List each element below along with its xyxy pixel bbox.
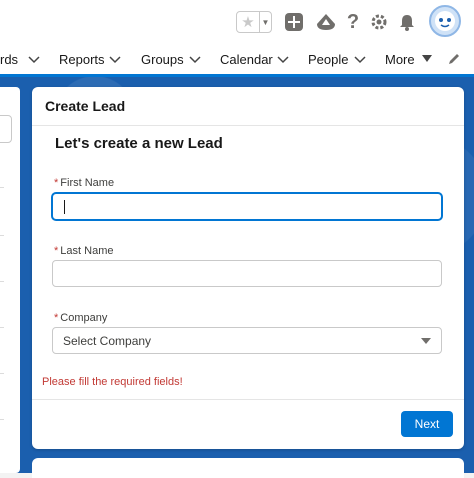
next-button[interactable]: Next	[401, 411, 453, 437]
chevron-down-icon[interactable]	[109, 53, 121, 65]
form-heading: Let's create a new Lead	[55, 135, 223, 152]
left-panel	[0, 87, 20, 473]
astro-avatar[interactable]	[429, 5, 461, 37]
last-name-field[interactable]	[52, 260, 442, 287]
first-name-field[interactable]	[52, 193, 442, 220]
caret-down-icon[interactable]	[422, 55, 432, 62]
divider	[32, 125, 464, 126]
secondary-card	[32, 458, 464, 478]
create-lead-modal: Create Lead Let's create a new Lead * Fir…	[32, 87, 464, 449]
modal-title: Create Lead	[45, 98, 126, 114]
chevron-down-icon[interactable]	[277, 53, 289, 65]
nav-item-people[interactable]: People	[308, 44, 348, 74]
nav-item-more[interactable]: More	[385, 44, 415, 74]
divider	[0, 327, 4, 328]
chevron-down-icon[interactable]	[354, 53, 366, 65]
trailhead-icon[interactable]	[314, 10, 338, 34]
divider	[0, 373, 4, 374]
nav-item-groups[interactable]: Groups	[141, 44, 184, 74]
company-select-placeholder: Select Company	[63, 333, 152, 348]
required-marker: *	[54, 177, 59, 189]
gear-icon[interactable]	[367, 10, 391, 34]
panel-button[interactable]	[0, 115, 12, 143]
nav-item-calendar[interactable]: Calendar	[220, 44, 273, 74]
text-caret	[64, 200, 65, 214]
caret-down-icon[interactable]: ▼	[260, 12, 271, 32]
last-name-label: * Last Name	[54, 245, 114, 257]
divider	[32, 399, 464, 400]
chevron-down-icon[interactable]	[28, 53, 40, 65]
error-message: Please fill the required fields!	[42, 376, 183, 388]
nav-item-dashboards[interactable]: rds	[0, 44, 18, 74]
nav-bar: rds Reports Groups Calendar People More	[0, 44, 474, 77]
pencil-icon[interactable]	[447, 52, 461, 66]
chevron-down-icon[interactable]	[189, 53, 201, 65]
required-marker: *	[54, 245, 59, 257]
global-header: ★ ▼ ?	[0, 0, 474, 44]
nav-item-reports[interactable]: Reports	[59, 44, 105, 74]
divider	[0, 419, 4, 420]
divider	[0, 235, 4, 236]
bell-icon[interactable]	[395, 10, 419, 34]
required-marker: *	[54, 312, 59, 324]
help-icon[interactable]: ?	[341, 10, 365, 34]
divider	[0, 281, 4, 282]
divider	[0, 187, 4, 188]
company-select[interactable]: Select Company	[52, 327, 442, 354]
first-name-label: * First Name	[54, 177, 115, 189]
favorites-group: ★ ▼	[236, 11, 272, 33]
caret-down-icon	[421, 338, 431, 344]
plus-square-icon[interactable]	[282, 10, 306, 34]
star-icon[interactable]: ★	[237, 12, 260, 32]
company-label: * Company	[54, 312, 108, 324]
